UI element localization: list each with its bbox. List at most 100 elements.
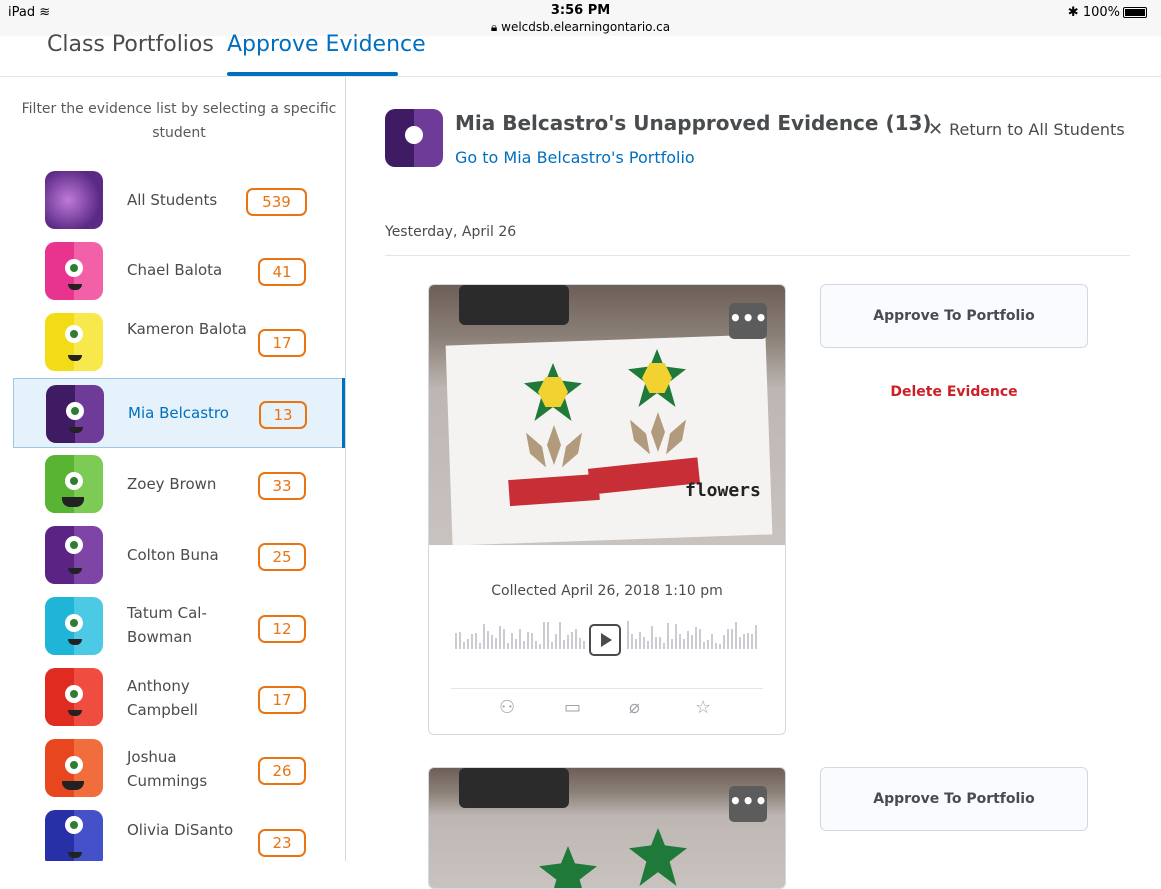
waveform-bar [707, 640, 709, 649]
waveform-bar [495, 638, 497, 649]
date-group-label: Yesterday, April 26 [385, 224, 517, 240]
count-badge: 33 [258, 472, 306, 500]
waveform-bar [475, 633, 477, 649]
waveform-bar [515, 639, 517, 649]
tag-people-icon[interactable]: ⚇ [499, 697, 515, 718]
photo-caption: flowers [685, 480, 761, 501]
student-item-joshua-cummings[interactable]: Joshua Cummings 26 [13, 733, 345, 803]
waveform-bar [575, 629, 577, 649]
waveform-bar [479, 643, 481, 649]
student-item-zoey-brown[interactable]: Zoey Brown 33 [13, 449, 345, 519]
waveform-bar [723, 635, 725, 649]
evidence-photo[interactable]: ••• [429, 768, 785, 888]
delete-evidence-link[interactable]: Delete Evidence [820, 384, 1088, 400]
student-item-colton-buna[interactable]: Colton Buna 25 [13, 520, 345, 590]
waveform-bar [747, 633, 749, 649]
waveform-bar [539, 644, 541, 649]
count-badge: 17 [258, 686, 306, 714]
waveform-bar [643, 637, 645, 649]
waveform-bar [675, 624, 677, 649]
play-icon[interactable] [589, 624, 621, 656]
waveform-bar [487, 631, 489, 649]
count-badge: 13 [259, 401, 307, 429]
student-item-all-students[interactable]: All Students 539 [13, 165, 345, 235]
waveform-bar [547, 622, 549, 649]
approve-to-portfolio-button[interactable]: Approve To Portfolio [820, 767, 1088, 831]
waveform-bar [755, 625, 757, 649]
avatar [45, 526, 103, 584]
waveform-bar [551, 642, 553, 649]
avatar [45, 597, 103, 655]
page-title: Mia Belcastro's Unapproved Evidence (13) [455, 111, 932, 135]
tab-class-portfolios[interactable]: Class Portfolios [47, 32, 214, 57]
avatar [45, 313, 103, 371]
avatar [45, 242, 103, 300]
waveform-bar [743, 634, 745, 649]
waveform-bar [463, 642, 465, 649]
battery-status: ✱ 100% [1068, 5, 1147, 20]
evidence-card: flowers ••• Collected April 26, 2018 1:1… [428, 284, 786, 735]
waveform-bar [499, 626, 501, 649]
waveform-bar [459, 632, 461, 649]
more-options-button[interactable]: ••• [729, 303, 767, 339]
student-name: Joshua Cummings [127, 748, 208, 790]
attachment-icon[interactable]: ⌀ [629, 697, 640, 718]
waveform-bar [639, 632, 641, 649]
waveform-bar [635, 639, 637, 649]
waveform-bar [527, 632, 529, 649]
close-icon: ✕ [928, 119, 944, 140]
card-actions: ⚇ ▭ ⌀ ☆ [429, 697, 785, 727]
bluetooth-icon: ✱ [1067, 5, 1079, 20]
filter-instructions: Filter the evidence list by selecting a … [21, 101, 337, 141]
waveform-bar [655, 637, 657, 649]
waveform-bar [483, 624, 485, 649]
student-item-mia-belcastro[interactable]: Mia Belcastro 13 [13, 378, 345, 448]
student-name: Zoey Brown [127, 475, 217, 493]
waveform-bar [663, 643, 665, 649]
tab-approve-evidence[interactable]: Approve Evidence [227, 32, 426, 57]
comment-icon[interactable]: ▭ [564, 697, 581, 718]
portfolio-link[interactable]: Go to Mia Belcastro's Portfolio [455, 148, 695, 167]
student-avatar [385, 109, 443, 167]
student-name: Chael Balota [127, 261, 223, 279]
student-name: Olivia DiSanto [127, 821, 234, 839]
waveform-bar [659, 637, 661, 649]
waveform-bar [531, 633, 533, 649]
more-options-button[interactable]: ••• [729, 786, 767, 822]
waveform-bar [699, 629, 701, 649]
approve-to-portfolio-button[interactable]: Approve To Portfolio [820, 284, 1088, 348]
divider [451, 688, 763, 689]
collected-timestamp: Collected April 26, 2018 1:10 pm [491, 583, 723, 599]
waveform-bar [731, 629, 733, 649]
student-filter-sidebar: Filter the evidence list by selecting a … [13, 77, 346, 861]
waveform-bar [567, 635, 569, 649]
waveform-bar [739, 637, 741, 649]
waveform-bar [571, 632, 573, 649]
waveform-bar [563, 640, 565, 649]
avatar [45, 171, 103, 229]
evidence-photo[interactable]: flowers ••• [429, 285, 785, 546]
waveform-bar [491, 635, 493, 649]
waveform-bar [651, 626, 653, 649]
count-badge: 41 [258, 258, 306, 286]
student-item-olivia-disanto[interactable]: Olivia DiSanto 23 [13, 804, 345, 861]
avatar [46, 385, 104, 443]
avatar [45, 739, 103, 797]
student-item-kameron-balota[interactable]: Kameron Balota 17 [13, 307, 345, 377]
student-name: All Students [127, 191, 218, 209]
active-tab-indicator [227, 72, 398, 76]
student-item-chael-balota[interactable]: Chael Balota 41 [13, 236, 345, 306]
student-item-tatum-cal-bowman[interactable]: Tatum Cal-Bowman 12 [13, 591, 345, 661]
waveform-bar [671, 639, 673, 649]
evidence-card: ••• [428, 767, 786, 889]
waveform-bar [631, 634, 633, 649]
star-icon[interactable]: ☆ [695, 697, 711, 718]
waveform-bar [691, 635, 693, 649]
return-to-all-students[interactable]: ✕ Return to All Students [928, 119, 1125, 140]
waveform-bar [467, 639, 469, 649]
waveform-bar [683, 639, 685, 649]
student-item-anthony-campbell[interactable]: Anthony Campbell 17 [13, 662, 345, 732]
waveform-bar [715, 643, 717, 649]
count-badge: 17 [258, 329, 306, 357]
lock-icon: 🔒︎ [490, 20, 498, 34]
